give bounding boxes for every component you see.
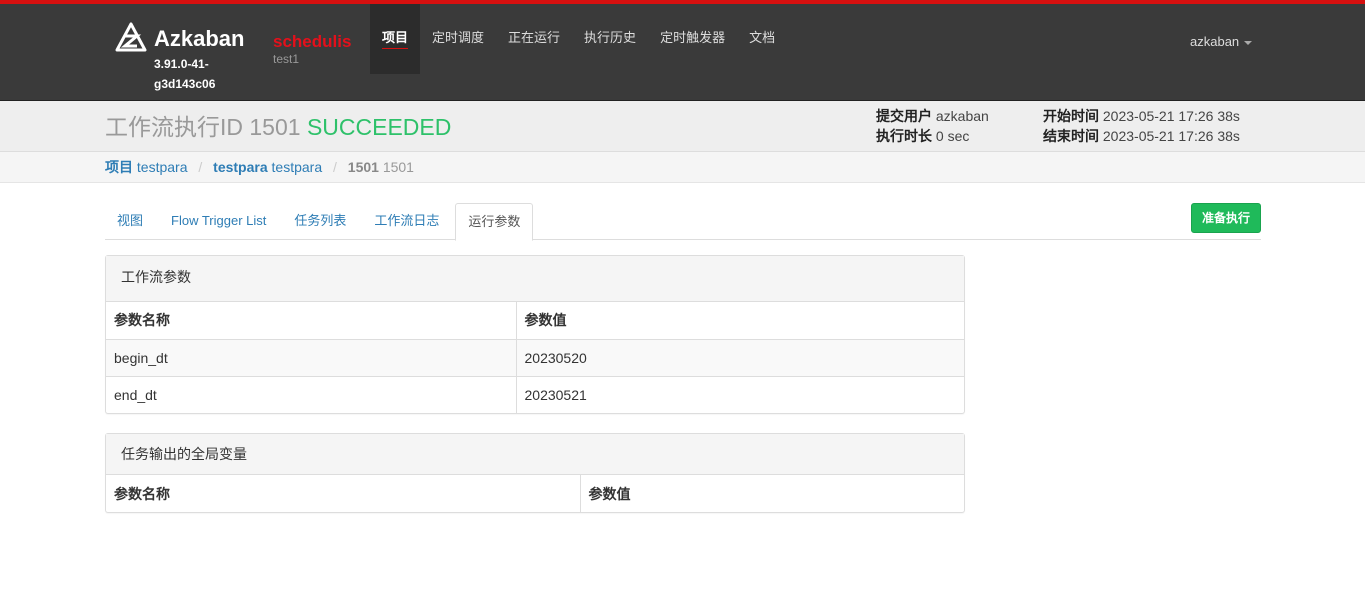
table-row: end_dt 20230521 [106, 375, 964, 413]
main-nav: 项目 定时调度 正在运行 执行历史 定时触发器 文档 [370, 4, 787, 74]
tab-flow-log[interactable]: 工作流日志 [362, 203, 451, 240]
column-header: 参数名称 [106, 475, 581, 512]
global-vars-table: 参数名称 参数值 [106, 475, 964, 512]
nav-item-triggers[interactable]: 定时触发器 [648, 4, 737, 74]
start-time: 开始时间 2023-05-21 17:26 38s [1043, 108, 1240, 124]
scheduler-name: schedulis [273, 32, 352, 51]
column-header: 参数值 [588, 485, 631, 502]
global-vars-panel: 任务输出的全局变量 参数名称 参数值 [105, 433, 965, 513]
nav-item-docs[interactable]: 文档 [737, 4, 787, 74]
nav-item-running[interactable]: 正在运行 [496, 4, 572, 74]
panel-title: 任务输出的全局变量 [106, 434, 964, 475]
execution-header: 工作流执行ID 1501 SUCCEEDED 提交用户 azkaban 执行时长… [0, 101, 1365, 152]
param-value: 20230521 [516, 375, 964, 413]
brand[interactable]: Azkaban 3.91.0-41-g3d143c06 [115, 22, 244, 91]
param-name: end_dt [106, 375, 517, 413]
param-value: 20230520 [516, 338, 964, 376]
tab-job-list[interactable]: 任务列表 [282, 203, 358, 240]
prepare-execute-button[interactable]: 准备执行 [1191, 203, 1261, 233]
breadcrumb-flow-link[interactable]: testpara testpara [213, 159, 322, 175]
nav-item-projects[interactable]: 项目 [370, 4, 421, 74]
table-row: begin_dt 20230520 [106, 338, 964, 376]
nav-item-history[interactable]: 执行历史 [572, 4, 648, 74]
tab-run-params[interactable]: 运行参数 [455, 203, 534, 241]
submit-user: 提交用户 azkaban [876, 108, 989, 124]
tab-bar: 视图 Flow Trigger List 任务列表 工作流日志 运行参数 [105, 203, 1261, 241]
caret-down-icon [1244, 40, 1253, 45]
end-time: 结束时间 2023-05-21 17:26 38s [1043, 128, 1240, 144]
flow-params-table: 参数名称 参数值 begin_dt 20230520 end_dt 202305… [106, 302, 964, 413]
scheduler-env: test1 [273, 52, 300, 66]
breadcrumb-separator: / [333, 159, 337, 175]
tab-graph[interactable]: 视图 [105, 203, 155, 240]
brand-version: 3.91.0-41-g3d143c06 [154, 57, 216, 91]
breadcrumb-project-link[interactable]: 项目 testpara [105, 159, 187, 175]
tab-flow-trigger-list[interactable]: Flow Trigger List [159, 203, 278, 240]
nav-item-schedules[interactable]: 定时调度 [420, 4, 496, 74]
scheduler-info: schedulis test1 [273, 32, 351, 66]
duration: 执行时长 0 sec [876, 128, 970, 144]
active-nav-underline [382, 48, 409, 49]
page-title: 工作流执行ID 1501 SUCCEEDED [105, 114, 451, 140]
user-name: azkaban [1190, 34, 1240, 49]
breadcrumb-current: 1501 1501 [347, 159, 414, 175]
column-header: 参数值 [524, 312, 567, 329]
breadcrumb: 项目 testpara / testpara testpara / 1501 1… [105, 159, 414, 175]
breadcrumb-separator: / [198, 159, 203, 175]
panel-title: 工作流参数 [106, 256, 964, 302]
brand-name: Azkaban [154, 26, 245, 51]
param-name: begin_dt [106, 338, 517, 376]
flow-params-panel: 工作流参数 参数名称 参数值 begin_dt 20230520 end_dt … [105, 255, 965, 414]
user-menu[interactable]: azkaban [1190, 34, 1253, 49]
status-badge: SUCCEEDED [306, 114, 452, 140]
azkaban-logo-icon [115, 22, 147, 52]
column-header: 参数名称 [106, 302, 517, 339]
page-title-text: 工作流执行ID 1501 [105, 114, 301, 140]
breadcrumb-band: 项目 testpara / testpara testpara / 1501 1… [0, 152, 1365, 183]
top-navbar: Azkaban 3.91.0-41-g3d143c06 schedulis te… [0, 0, 1365, 101]
